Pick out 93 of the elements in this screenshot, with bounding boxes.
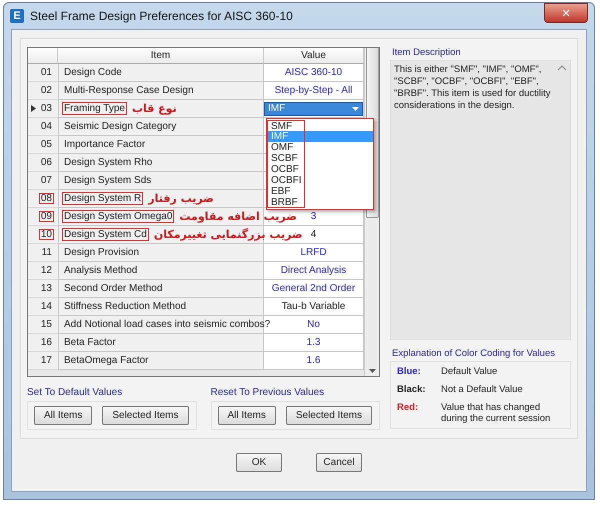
value-cell[interactable]: 3: [310, 211, 316, 222]
value-cell[interactable]: 1.3: [306, 337, 320, 348]
group-title: Reset To Previous Values: [210, 387, 326, 398]
item-cell-text: Second Order Method: [63, 282, 164, 295]
item-cell-text: Design Provision: [63, 246, 140, 259]
item-cell-text: Design System Sds: [63, 174, 152, 187]
row-header[interactable]: 15: [28, 316, 58, 334]
item-cell-text: Add Notional load cases into seismic combos?: [63, 318, 272, 331]
row-number: 05: [40, 139, 53, 150]
app-icon: E: [10, 9, 24, 23]
row-header[interactable]: 01: [28, 64, 58, 82]
dialog-button[interactable]: OK: [236, 453, 282, 472]
row-number: 13: [40, 283, 53, 294]
row-header[interactable]: 08: [28, 190, 58, 208]
legend-text: Value that has changed during the current session: [441, 402, 552, 424]
row-number: 01: [40, 67, 53, 78]
row-header[interactable]: 05: [28, 136, 58, 154]
row-number: 14: [40, 301, 53, 312]
annotation-text: ضریب اضافه مقاومت: [179, 210, 297, 223]
item-cell-text: Stiffness Reduction Method: [63, 300, 188, 313]
row-header[interactable]: 06: [28, 154, 58, 172]
item-cell: Design System Cd: [62, 228, 149, 241]
section-title: Explanation of Color Coding for Values: [391, 348, 556, 361]
row-number: 17: [40, 355, 53, 366]
item-cell-text: Importance Factor: [63, 138, 146, 151]
group-title: Set To Default Values: [27, 387, 124, 398]
row-header[interactable]: 14: [28, 298, 58, 316]
scroll-down-icon: [368, 369, 376, 373]
row-number: 10: [38, 229, 54, 240]
annotation-text: ضریب رفتار: [148, 192, 214, 205]
dropdown-option[interactable]: SCBF: [267, 153, 373, 164]
dropdown-arrow-icon: [352, 106, 359, 110]
action-button[interactable]: Selected Items: [102, 406, 188, 425]
action-button[interactable]: All Items: [34, 406, 92, 425]
annotation-text: نوع قاب: [132, 102, 177, 115]
row-header[interactable]: 02: [28, 82, 58, 100]
value-cell[interactable]: 1.6: [306, 355, 320, 366]
item-cell: Design System Omega0: [62, 210, 174, 223]
scroll-up-icon: [557, 64, 567, 72]
description-text: This is either "SMF", "IMF", "OMF", "SCBF", "OCBF", "OCBFI", "EBF", "BRBF". This item is used for ductility considerations in the design.: [394, 64, 552, 113]
row-number: 08: [38, 193, 54, 204]
value-cell[interactable]: LRFD: [300, 247, 327, 258]
window-title: Steel Frame Design Preferences for AISC 360-10: [30, 9, 294, 23]
row-number: 09: [38, 211, 54, 222]
annotation-text: ضریب بزرگنمایی تغییرمکان: [154, 228, 303, 241]
row-number: 16: [40, 337, 53, 348]
row-number: 04: [40, 121, 53, 132]
value-cell[interactable]: 4: [310, 229, 316, 240]
item-cell: Framing Type: [62, 102, 127, 115]
item-cell-text: Analysis Method: [63, 264, 138, 277]
row-number: 06: [40, 157, 53, 168]
row-header[interactable]: 11: [28, 244, 58, 262]
value-cell[interactable]: No: [307, 319, 320, 330]
item-cell-text: Seismic Design Category: [63, 120, 178, 133]
row-header[interactable]: 12: [28, 262, 58, 280]
row-header[interactable]: 03: [28, 100, 58, 118]
value-dropdown[interactable]: IMF: [264, 102, 363, 116]
column-header[interactable]: Value: [264, 48, 364, 64]
row-header[interactable]: 04: [28, 118, 58, 136]
item-cell-text: Design System Rho: [63, 156, 154, 169]
dropdown-option[interactable]: OCBFI: [267, 175, 373, 186]
dialog-button[interactable]: Cancel: [316, 453, 362, 472]
section-title: Item Description: [391, 47, 462, 60]
item-cell-text: Beta Factor: [63, 336, 117, 349]
row-header[interactable]: 10: [28, 226, 58, 244]
item-cell-text: Design Code: [63, 66, 123, 79]
row-number: 11: [40, 247, 53, 258]
action-button[interactable]: All Items: [218, 406, 276, 425]
row-number: 12: [40, 265, 53, 276]
legend-label: Blue:: [397, 366, 422, 377]
row-number: 02: [40, 85, 53, 96]
action-button[interactable]: Selected Items: [286, 406, 372, 425]
item-cell: Design System R: [62, 192, 144, 205]
legend-label: Black:: [397, 384, 427, 395]
row-header[interactable]: 09: [28, 208, 58, 226]
row-header[interactable]: 17: [28, 352, 58, 370]
row-header[interactable]: 13: [28, 280, 58, 298]
item-cell-text: Multi-Response Case Design: [63, 84, 195, 97]
row-header[interactable]: 07: [28, 172, 58, 190]
dropdown-option[interactable]: BRBF: [267, 197, 373, 208]
row-number: 03: [40, 103, 53, 114]
item-cell-text: BetaOmega Factor: [63, 354, 150, 367]
column-header[interactable]: Item: [58, 48, 264, 64]
dropdown-option[interactable]: OMF: [267, 142, 373, 153]
legend-text: Not a Default Value: [441, 384, 524, 395]
row-number: 07: [40, 175, 53, 186]
legend-text: Default Value: [441, 366, 498, 377]
row-header[interactable]: 16: [28, 334, 58, 352]
dropdown-option[interactable]: EBF: [267, 186, 373, 197]
row-number: 15: [40, 319, 53, 330]
dropdown-option[interactable]: OCBF: [267, 164, 373, 175]
current-row-icon: [30, 105, 36, 112]
legend-label: Red:: [397, 402, 420, 415]
